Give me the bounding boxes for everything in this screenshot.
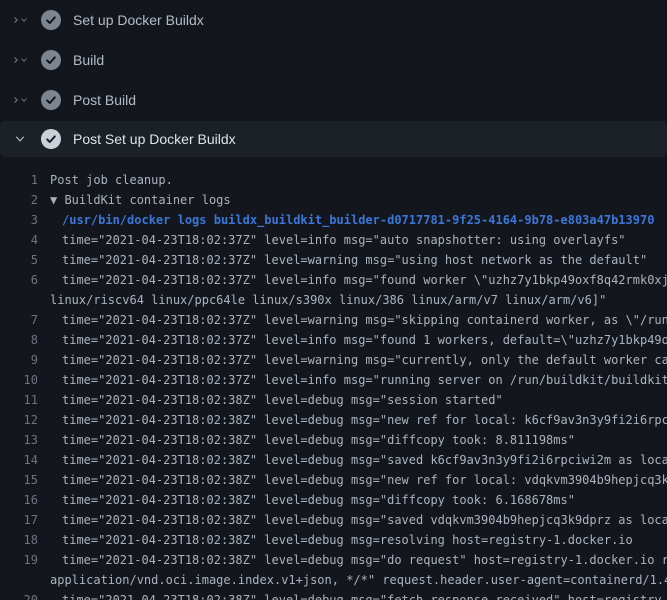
log-text: time="2021-04-23T18:02:37Z" level=warnin… bbox=[38, 350, 667, 370]
line-number[interactable]: 5 bbox=[0, 250, 38, 270]
workflow-log-viewer: Set up Docker Buildx Build Post Build bbox=[0, 0, 667, 600]
log-text: time="2021-04-23T18:02:37Z" level=info m… bbox=[38, 230, 626, 250]
log-line: 13 time="2021-04-23T18:02:38Z" level=deb… bbox=[0, 430, 667, 450]
log-line: 11 time="2021-04-23T18:02:38Z" level=deb… bbox=[0, 390, 667, 410]
line-number[interactable]: 12 bbox=[0, 410, 38, 430]
log-text: time="2021-04-23T18:02:38Z" level=debug … bbox=[38, 490, 575, 510]
log-line: 20 time="2021-04-23T18:02:38Z" level=deb… bbox=[0, 590, 667, 600]
log-text: linux/riscv64 linux/ppc64le linux/s390x … bbox=[38, 290, 606, 310]
line-number[interactable]: 4 bbox=[0, 230, 38, 250]
line-number[interactable] bbox=[0, 570, 38, 590]
line-number[interactable]: 14 bbox=[0, 450, 38, 470]
log-text: time="2021-04-23T18:02:37Z" level=info m… bbox=[38, 370, 667, 390]
log-line: 16 time="2021-04-23T18:02:38Z" level=deb… bbox=[0, 490, 667, 510]
chevron-right-icon bbox=[12, 92, 28, 108]
log-text: Post job cleanup. bbox=[38, 170, 173, 190]
log-line: linux/riscv64 linux/ppc64le linux/s390x … bbox=[0, 290, 667, 310]
log-line: 17 time="2021-04-23T18:02:38Z" level=deb… bbox=[0, 510, 667, 530]
log-line: 8 time="2021-04-23T18:02:37Z" level=info… bbox=[0, 330, 667, 350]
log-text: /usr/bin/docker logs buildx_buildkit_bui… bbox=[38, 210, 654, 230]
step-row-post-build[interactable]: Post Build bbox=[0, 80, 667, 120]
log-text: application/vnd.oci.image.index.v1+json,… bbox=[38, 570, 667, 590]
log-line: 19 time="2021-04-23T18:02:38Z" level=deb… bbox=[0, 550, 667, 570]
chevron-right-icon bbox=[12, 12, 28, 28]
line-number[interactable]: 18 bbox=[0, 530, 38, 550]
step-title: Post Set up Docker Buildx bbox=[73, 131, 236, 147]
step-row-build[interactable]: Build bbox=[0, 40, 667, 80]
log-line: 6 time="2021-04-23T18:02:37Z" level=info… bbox=[0, 270, 667, 290]
log-text: time="2021-04-23T18:02:38Z" level=debug … bbox=[38, 510, 667, 530]
log-text: ▼ BuildKit container logs bbox=[38, 190, 231, 210]
log-line: 18 time="2021-04-23T18:02:38Z" level=deb… bbox=[0, 530, 667, 550]
log-text: time="2021-04-23T18:02:37Z" level=info m… bbox=[38, 270, 667, 290]
step-title: Set up Docker Buildx bbox=[73, 12, 204, 28]
log-line: 12 time="2021-04-23T18:02:38Z" level=deb… bbox=[0, 410, 667, 430]
line-number[interactable]: 13 bbox=[0, 430, 38, 450]
chevron-right-icon bbox=[12, 52, 28, 68]
line-number[interactable]: 10 bbox=[0, 370, 38, 390]
step-title: Post Build bbox=[73, 92, 136, 108]
log-text: time="2021-04-23T18:02:38Z" level=debug … bbox=[38, 430, 575, 450]
line-number[interactable]: 20 bbox=[0, 590, 38, 600]
log-line: 9 time="2021-04-23T18:02:37Z" level=warn… bbox=[0, 350, 667, 370]
line-number[interactable]: 1 bbox=[0, 170, 38, 190]
log-line: 1 Post job cleanup. bbox=[0, 170, 667, 190]
log-text: time="2021-04-23T18:02:38Z" level=debug … bbox=[38, 590, 667, 600]
chevron-down-icon bbox=[12, 131, 28, 147]
log-line: 5 time="2021-04-23T18:02:37Z" level=warn… bbox=[0, 250, 667, 270]
log-line: 4 time="2021-04-23T18:02:37Z" level=info… bbox=[0, 230, 667, 250]
log-line[interactable]: 2 ▼ BuildKit container logs bbox=[0, 190, 667, 210]
log-text: time="2021-04-23T18:02:38Z" level=debug … bbox=[38, 390, 503, 410]
log-text: time="2021-04-23T18:02:38Z" level=debug … bbox=[38, 530, 633, 550]
log-text: time="2021-04-23T18:02:38Z" level=debug … bbox=[38, 410, 667, 430]
log-line: 14 time="2021-04-23T18:02:38Z" level=deb… bbox=[0, 450, 667, 470]
log-line: application/vnd.oci.image.index.v1+json,… bbox=[0, 570, 667, 590]
line-number[interactable]: 11 bbox=[0, 390, 38, 410]
check-circle-icon bbox=[41, 50, 61, 70]
log-line: 7 time="2021-04-23T18:02:37Z" level=warn… bbox=[0, 310, 667, 330]
step-title: Build bbox=[73, 52, 104, 68]
log-line: 3 /usr/bin/docker logs buildx_buildkit_b… bbox=[0, 210, 667, 230]
line-number[interactable]: 7 bbox=[0, 310, 38, 330]
step-list: Set up Docker Buildx Build Post Build bbox=[0, 0, 667, 157]
log-text: time="2021-04-23T18:02:38Z" level=debug … bbox=[38, 550, 667, 570]
check-circle-icon bbox=[41, 129, 61, 149]
line-number[interactable] bbox=[0, 290, 38, 310]
step-row-post-set-up-docker-buildx[interactable]: Post Set up Docker Buildx bbox=[0, 121, 667, 157]
log-line: 15 time="2021-04-23T18:02:38Z" level=deb… bbox=[0, 470, 667, 490]
line-number[interactable]: 15 bbox=[0, 470, 38, 490]
log-text: time="2021-04-23T18:02:38Z" level=debug … bbox=[38, 470, 667, 490]
log-text: time="2021-04-23T18:02:37Z" level=info m… bbox=[38, 330, 667, 350]
line-number[interactable]: 19 bbox=[0, 550, 38, 570]
log-text: time="2021-04-23T18:02:38Z" level=debug … bbox=[38, 450, 667, 470]
line-number[interactable]: 17 bbox=[0, 510, 38, 530]
line-number[interactable]: 6 bbox=[0, 270, 38, 290]
line-number[interactable]: 2 bbox=[0, 190, 38, 210]
line-number[interactable]: 8 bbox=[0, 330, 38, 350]
check-circle-icon bbox=[41, 90, 61, 110]
line-number[interactable]: 9 bbox=[0, 350, 38, 370]
log-line: 10 time="2021-04-23T18:02:37Z" level=inf… bbox=[0, 370, 667, 390]
line-number[interactable]: 3 bbox=[0, 210, 38, 230]
step-row-set-up-docker-buildx[interactable]: Set up Docker Buildx bbox=[0, 0, 667, 40]
check-circle-icon bbox=[41, 10, 61, 30]
log-text: time="2021-04-23T18:02:37Z" level=warnin… bbox=[38, 310, 667, 330]
line-number[interactable]: 16 bbox=[0, 490, 38, 510]
log-text: time="2021-04-23T18:02:37Z" level=warnin… bbox=[38, 250, 647, 270]
log-output: 1 Post job cleanup. 2 ▼ BuildKit contain… bbox=[0, 157, 667, 600]
